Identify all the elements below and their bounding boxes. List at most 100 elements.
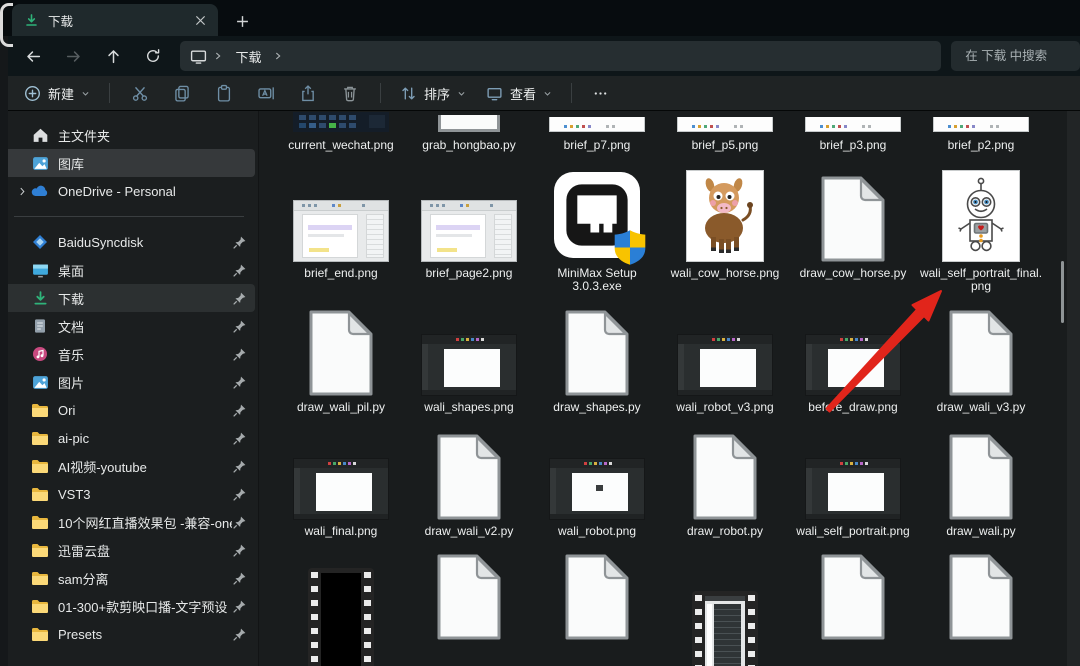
more-options-button[interactable] bbox=[581, 78, 619, 108]
file-item[interactable]: grab_hongbao.py bbox=[405, 111, 533, 153]
cut-button[interactable] bbox=[119, 78, 161, 108]
sidebar-item-home[interactable]: 主文件夹 bbox=[3, 121, 255, 149]
search-input[interactable] bbox=[951, 41, 1080, 71]
address-bar[interactable]: 下载 bbox=[180, 41, 941, 71]
file-label: wali_shapes.png bbox=[424, 401, 513, 415]
sidebar-item-onedrive[interactable]: OneDrive - Personal bbox=[3, 177, 255, 205]
file-thumbnail-doc-screenshot bbox=[293, 170, 389, 262]
view-button[interactable]: 查看 bbox=[476, 78, 562, 108]
sidebar-item-music[interactable]: 音乐 bbox=[3, 340, 255, 368]
sidebar-item-documents[interactable]: 文档 bbox=[3, 312, 255, 340]
file-thumbnail-python-file bbox=[948, 428, 1014, 520]
file-thumbnail-python-file bbox=[820, 554, 886, 666]
scrollbar-track[interactable] bbox=[1067, 111, 1080, 666]
sidebar-item-baidusyncdisk[interactable]: BaiduSyncdisk bbox=[3, 228, 255, 256]
desktop-icon bbox=[31, 261, 49, 279]
sort-button-label: 排序 bbox=[424, 84, 450, 103]
file-item[interactable] bbox=[661, 554, 789, 666]
file-thumbnail-dark-editor-screenshot bbox=[805, 428, 901, 520]
sidebar-item-sam-split[interactable]: sam分离 bbox=[3, 564, 255, 592]
file-item[interactable]: before_draw.png bbox=[789, 304, 917, 415]
file-item[interactable]: wali_robot.png bbox=[533, 428, 661, 539]
file-item[interactable]: draw_robot.py bbox=[661, 428, 789, 539]
pin-icon bbox=[232, 291, 247, 306]
sidebar-item-ai-video-youtube[interactable]: AI视频-youtube bbox=[3, 452, 255, 480]
file-item[interactable]: wali_robot_v3.png bbox=[661, 304, 789, 415]
file-item[interactable]: brief_end.png bbox=[277, 170, 405, 281]
toolbar-separator bbox=[380, 83, 381, 103]
file-item[interactable]: draw_wali_v2.py bbox=[405, 428, 533, 539]
file-item[interactable]: brief_page2.png bbox=[405, 170, 533, 281]
file-label: wali_final.png bbox=[305, 525, 378, 539]
breadcrumb-downloads[interactable]: 下载 bbox=[229, 45, 267, 68]
file-item[interactable] bbox=[533, 554, 661, 666]
sort-button[interactable]: 排序 bbox=[390, 78, 476, 108]
new-tab-button[interactable] bbox=[224, 6, 260, 36]
file-item[interactable]: brief_p7.png bbox=[533, 111, 661, 153]
up-button[interactable] bbox=[93, 41, 133, 71]
file-item[interactable]: brief_p3.png bbox=[789, 111, 917, 153]
sidebar-item-jianying-text-presets[interactable]: 01-300+款剪映口播-文字预设 bbox=[3, 592, 255, 620]
address-bar-row: 下载 bbox=[0, 36, 1080, 76]
file-item[interactable]: brief_p2.png bbox=[917, 111, 1045, 153]
back-button[interactable] bbox=[14, 41, 54, 71]
forward-button[interactable] bbox=[54, 41, 94, 71]
file-item[interactable]: wali_self_portrait.png bbox=[789, 428, 917, 539]
file-item[interactable]: draw_wali.py bbox=[917, 428, 1045, 539]
folder-icon bbox=[31, 625, 49, 643]
file-item[interactable]: wali_final.png bbox=[277, 428, 405, 539]
file-item[interactable]: draw_cow_horse.py bbox=[789, 170, 917, 281]
file-item[interactable]: draw_shapes.py bbox=[533, 304, 661, 415]
sidebar-item-label: OneDrive - Personal bbox=[58, 184, 247, 199]
file-thumbnail-drawing-robot bbox=[942, 170, 1020, 262]
sidebar-item-ai-pic[interactable]: ai-pic bbox=[3, 424, 255, 452]
file-thumbnail-doc-sliver bbox=[805, 111, 901, 132]
file-item[interactable] bbox=[917, 554, 1045, 666]
file-item[interactable] bbox=[789, 554, 917, 666]
file-item[interactable] bbox=[277, 554, 405, 666]
tab-downloads[interactable]: 下载 bbox=[12, 4, 218, 36]
file-item[interactable]: brief_p5.png bbox=[661, 111, 789, 153]
file-item[interactable] bbox=[405, 554, 533, 666]
sidebar-item-ori[interactable]: Ori bbox=[3, 396, 255, 424]
scrollbar-thumb[interactable] bbox=[1061, 261, 1064, 323]
new-button[interactable]: 新建 bbox=[14, 78, 100, 108]
file-label: brief_p2.png bbox=[948, 139, 1015, 153]
pin-icon bbox=[232, 459, 247, 474]
background-window-edge bbox=[0, 36, 8, 666]
sidebar-item-label: 主文件夹 bbox=[58, 126, 247, 145]
file-item[interactable]: current_wechat.png bbox=[277, 111, 405, 153]
expand-chevron-icon[interactable] bbox=[13, 186, 31, 197]
tab-close-button[interactable] bbox=[188, 8, 212, 32]
sidebar-item-live-effects-pack[interactable]: 10个网红直播效果包 -兼容-one7 使用 bbox=[3, 508, 255, 536]
sidebar-item-presets[interactable]: Presets bbox=[3, 620, 255, 648]
file-item[interactable]: draw_wali_pil.py bbox=[277, 304, 405, 415]
copy-button[interactable] bbox=[161, 78, 203, 108]
file-item[interactable]: wali_cow_horse.png bbox=[661, 170, 789, 281]
file-label: draw_wali_v2.py bbox=[425, 525, 514, 539]
pin-icon bbox=[232, 319, 247, 334]
file-item[interactable]: wali_self_portrait_final.png bbox=[917, 170, 1045, 294]
file-row: brief_end.png brief_page2.pngMiniMax Setu… bbox=[277, 170, 1080, 294]
music-icon bbox=[31, 345, 49, 363]
sidebar-item-pictures[interactable]: 图片 bbox=[3, 368, 255, 396]
sidebar-item-desktop[interactable]: 桌面 bbox=[3, 256, 255, 284]
sidebar-item-downloads[interactable]: 下载 bbox=[3, 284, 255, 312]
document-icon bbox=[31, 317, 49, 335]
refresh-button[interactable] bbox=[133, 41, 173, 71]
file-label: before_draw.png bbox=[808, 401, 897, 415]
file-item[interactable]: wali_shapes.png bbox=[405, 304, 533, 415]
delete-button[interactable] bbox=[329, 78, 371, 108]
share-button[interactable] bbox=[287, 78, 329, 108]
file-item[interactable]: draw_wali_v3.py bbox=[917, 304, 1045, 415]
pin-icon bbox=[232, 571, 247, 586]
sidebar-item-vst3[interactable]: VST3 bbox=[3, 480, 255, 508]
paste-button[interactable] bbox=[203, 78, 245, 108]
sidebar-item-label: Ori bbox=[58, 403, 232, 418]
sidebar-item-gallery[interactable]: 图库 bbox=[3, 149, 255, 177]
folder-icon bbox=[31, 541, 49, 559]
file-item[interactable]: MiniMax Setup 3.0.3.exe bbox=[533, 170, 661, 294]
file-label: brief_end.png bbox=[304, 267, 377, 281]
rename-button[interactable] bbox=[245, 78, 287, 108]
sidebar-item-xunlei-cloud[interactable]: 迅雷云盘 bbox=[3, 536, 255, 564]
